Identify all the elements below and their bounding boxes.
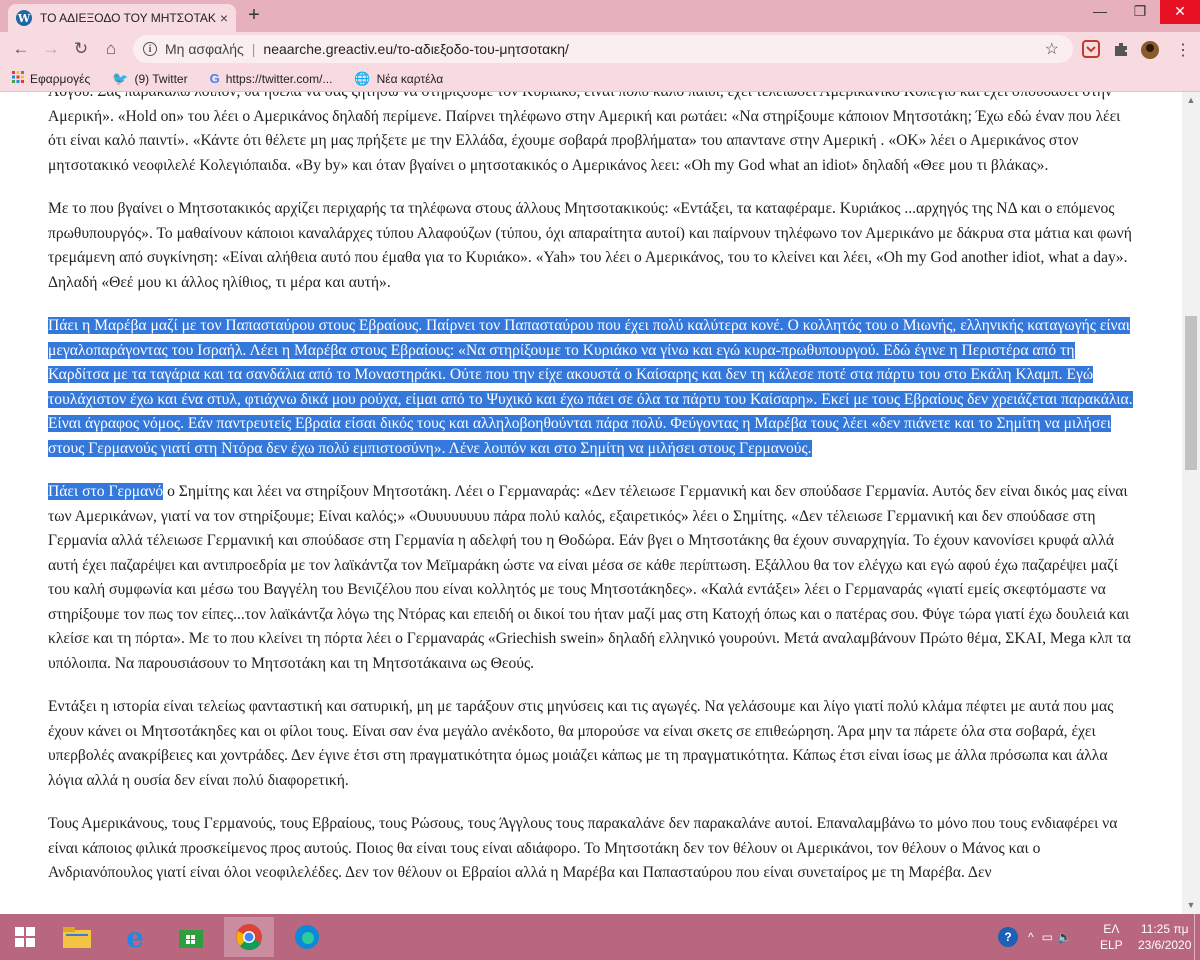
- paragraph-1: Λόγου. Σας παρακαλώ λοιπόν, θα ήθελα να …: [48, 92, 1121, 174]
- start-button[interactable]: [0, 917, 50, 957]
- windows-taskbar: e ? ^ ▭ 🔈 ΕΛ ELP 11:25 πμ 23/6/2020: [0, 914, 1200, 960]
- clock[interactable]: 11:25 πμ 23/6/2020: [1138, 914, 1191, 960]
- paragraph-4: Πάει στο Γερμανό ο Σημίτης και λέει να σ…: [48, 480, 1138, 676]
- bookmark-label: (9) Twitter: [134, 71, 188, 86]
- url-text: neaarche.greactiv.eu/το-αδιεξοδο-του-μητ…: [263, 41, 569, 57]
- reload-button[interactable]: ↻: [70, 38, 92, 60]
- close-window-button[interactable]: ✕: [1160, 0, 1200, 24]
- profile-avatar[interactable]: [1140, 40, 1159, 59]
- twitter-icon: 🐦: [112, 70, 129, 86]
- selected-text: Πάει η Μαρέβα μαζί με τον Παπασταύρου στ…: [48, 317, 1133, 457]
- clock-date: 23/6/2020: [1138, 938, 1192, 952]
- page-content: Λόγου. Σας παρακαλώ λοιπόν, θα ήθελα να …: [0, 92, 1182, 914]
- google-icon: G: [209, 71, 220, 86]
- tab-title: ΤΟ ΑΔΙΕΞΟΔΟ ΤΟΥ ΜΗΤΣΟΤΑΚΗ: [39, 11, 216, 25]
- bookmarks-bar: Εφαρμογές 🐦 (9) Twitter G https://twitte…: [0, 66, 1200, 92]
- tab-close-icon[interactable]: ×: [220, 10, 228, 26]
- forward-button[interactable]: →: [40, 38, 62, 60]
- address-bar[interactable]: i Μη ασφαλής | neaarche.greactiv.eu/το-α…: [133, 35, 1073, 63]
- scrollbar-thumb[interactable]: [1185, 316, 1197, 470]
- bookmark-label: https://twitter.com/...: [225, 71, 333, 86]
- volume-icon[interactable]: 🔈: [1057, 930, 1072, 944]
- bookmark-twitter[interactable]: 🐦 (9) Twitter: [112, 71, 187, 87]
- clock-time: 11:25 πμ: [1140, 922, 1189, 936]
- browser-toolbar: ← → ↻ ⌂ i Μη ασφαλής | neaarche.greactiv…: [0, 32, 1200, 66]
- file-explorer-icon[interactable]: [52, 917, 102, 957]
- bookmark-label: Εφαρμογές: [30, 71, 91, 86]
- home-button[interactable]: ⌂: [100, 38, 122, 60]
- selected-text-start: Πάει στο Γερμανό: [48, 483, 164, 500]
- paragraph-4-text: ο Σημίτης και λέει να στηρίξουν Μητσοτάκ…: [48, 483, 1131, 672]
- vertical-scrollbar[interactable]: ▲ ▼: [1182, 92, 1200, 914]
- internet-explorer-icon[interactable]: e: [110, 917, 160, 957]
- network-icon[interactable]: ▭: [1042, 930, 1053, 944]
- apps-grid-icon: [12, 71, 24, 86]
- globe-icon: 🌐: [354, 70, 371, 86]
- paragraph-2: Με το που βγαίνει ο Μητσοτακικός αρχίζει…: [48, 200, 1132, 291]
- minimize-button[interactable]: —: [1080, 0, 1120, 24]
- scroll-down-arrow-icon[interactable]: ▼: [1182, 897, 1200, 914]
- keyboard-layout: ELP: [1100, 938, 1123, 952]
- bookmark-new-tab[interactable]: 🌐 Νέα καρτέλα: [354, 71, 443, 87]
- edge-icon[interactable]: [282, 917, 332, 957]
- security-label: Μη ασφαλής: [165, 41, 244, 57]
- language-indicator[interactable]: ΕΛ ELP: [1100, 914, 1123, 960]
- windows-logo-icon: [15, 927, 35, 947]
- system-tray: ? ^ ▭ 🔈: [998, 914, 1080, 960]
- bookmark-apps[interactable]: Εφαρμογές: [12, 71, 90, 86]
- language-code: ΕΛ: [1103, 922, 1120, 936]
- wordpress-icon: W: [16, 10, 32, 26]
- restore-button[interactable]: ❐: [1120, 0, 1160, 24]
- paragraph-5: Εντάξει η ιστορία είναι τελείως φανταστι…: [48, 698, 1114, 789]
- info-icon[interactable]: i: [143, 42, 157, 56]
- back-button[interactable]: ←: [10, 38, 32, 60]
- pocket-extension-icon[interactable]: [1082, 40, 1100, 58]
- article-body: Λόγου. Σας παρακαλώ λοιπόν, θα ήθελα να …: [48, 92, 1138, 905]
- bookmark-label: Νέα καρτέλα: [376, 71, 444, 86]
- show-desktop-button[interactable]: [1194, 914, 1200, 960]
- paragraph-6: Τους Αμερικάνους, τους Γερμανούς, τους Ε…: [48, 815, 1118, 881]
- address-separator: |: [251, 41, 256, 57]
- help-icon[interactable]: ?: [998, 927, 1018, 947]
- paragraph-3-selected: Πάει η Μαρέβα μαζί με τον Παπασταύρου στ…: [48, 314, 1138, 461]
- new-tab-button[interactable]: +: [244, 5, 264, 25]
- chrome-taskbar-icon[interactable]: [224, 917, 274, 957]
- scroll-up-arrow-icon[interactable]: ▲: [1182, 92, 1200, 109]
- browser-titlebar: W ΤΟ ΑΔΙΕΞΟΔΟ ΤΟΥ ΜΗΤΣΟΤΑΚΗ × + — ❐ ✕: [0, 0, 1200, 32]
- show-hidden-icons-icon[interactable]: ^: [1028, 930, 1034, 944]
- browser-tab[interactable]: W ΤΟ ΑΔΙΕΞΟΔΟ ΤΟΥ ΜΗΤΣΟΤΑΚΗ ×: [8, 4, 236, 32]
- chrome-menu-icon[interactable]: ⋮: [1174, 40, 1192, 59]
- extensions-puzzle-icon[interactable]: [1112, 40, 1130, 58]
- store-icon[interactable]: [166, 917, 216, 957]
- bookmark-star-icon[interactable]: ☆: [1045, 39, 1059, 59]
- bookmark-twitter-link[interactable]: G https://twitter.com/...: [210, 71, 333, 86]
